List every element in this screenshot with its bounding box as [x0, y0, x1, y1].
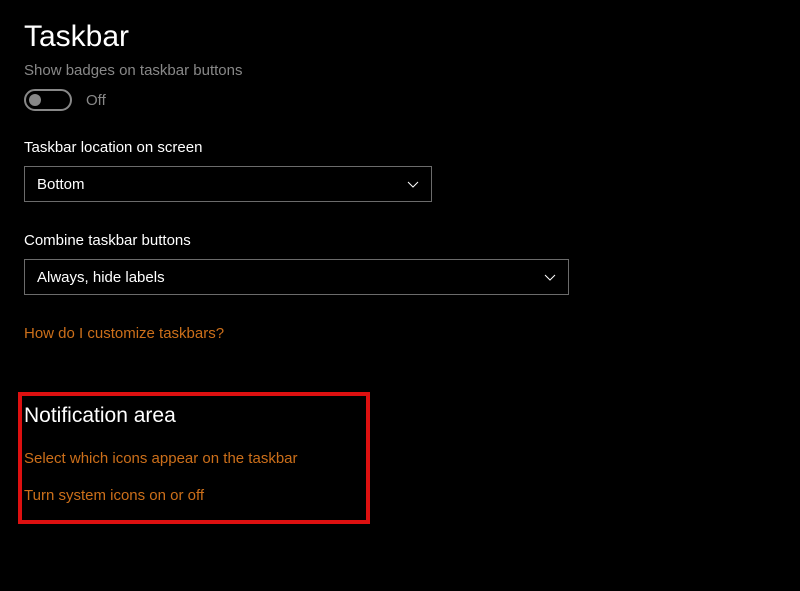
- badges-toggle[interactable]: [24, 89, 72, 111]
- badges-toggle-row: Off: [24, 89, 776, 111]
- toggle-knob: [29, 94, 41, 106]
- combine-select-value: Always, hide labels: [37, 269, 165, 286]
- location-select[interactable]: Bottom: [24, 166, 432, 202]
- chevron-down-icon: [407, 178, 419, 190]
- page-title: Taskbar: [24, 20, 776, 54]
- select-icons-link[interactable]: Select which icons appear on the taskbar: [24, 450, 364, 467]
- location-select-value: Bottom: [37, 176, 85, 193]
- customize-link[interactable]: How do I customize taskbars?: [24, 325, 776, 342]
- combine-select[interactable]: Always, hide labels: [24, 259, 569, 295]
- badges-toggle-state: Off: [86, 92, 106, 109]
- notification-heading: Notification area: [24, 404, 364, 428]
- combine-label: Combine taskbar buttons: [24, 232, 776, 249]
- badges-label: Show badges on taskbar buttons: [24, 62, 776, 79]
- notification-area-section: Notification area Select which icons app…: [18, 392, 370, 524]
- system-icons-link[interactable]: Turn system icons on or off: [24, 487, 364, 504]
- chevron-down-icon: [544, 271, 556, 283]
- location-label: Taskbar location on screen: [24, 139, 776, 156]
